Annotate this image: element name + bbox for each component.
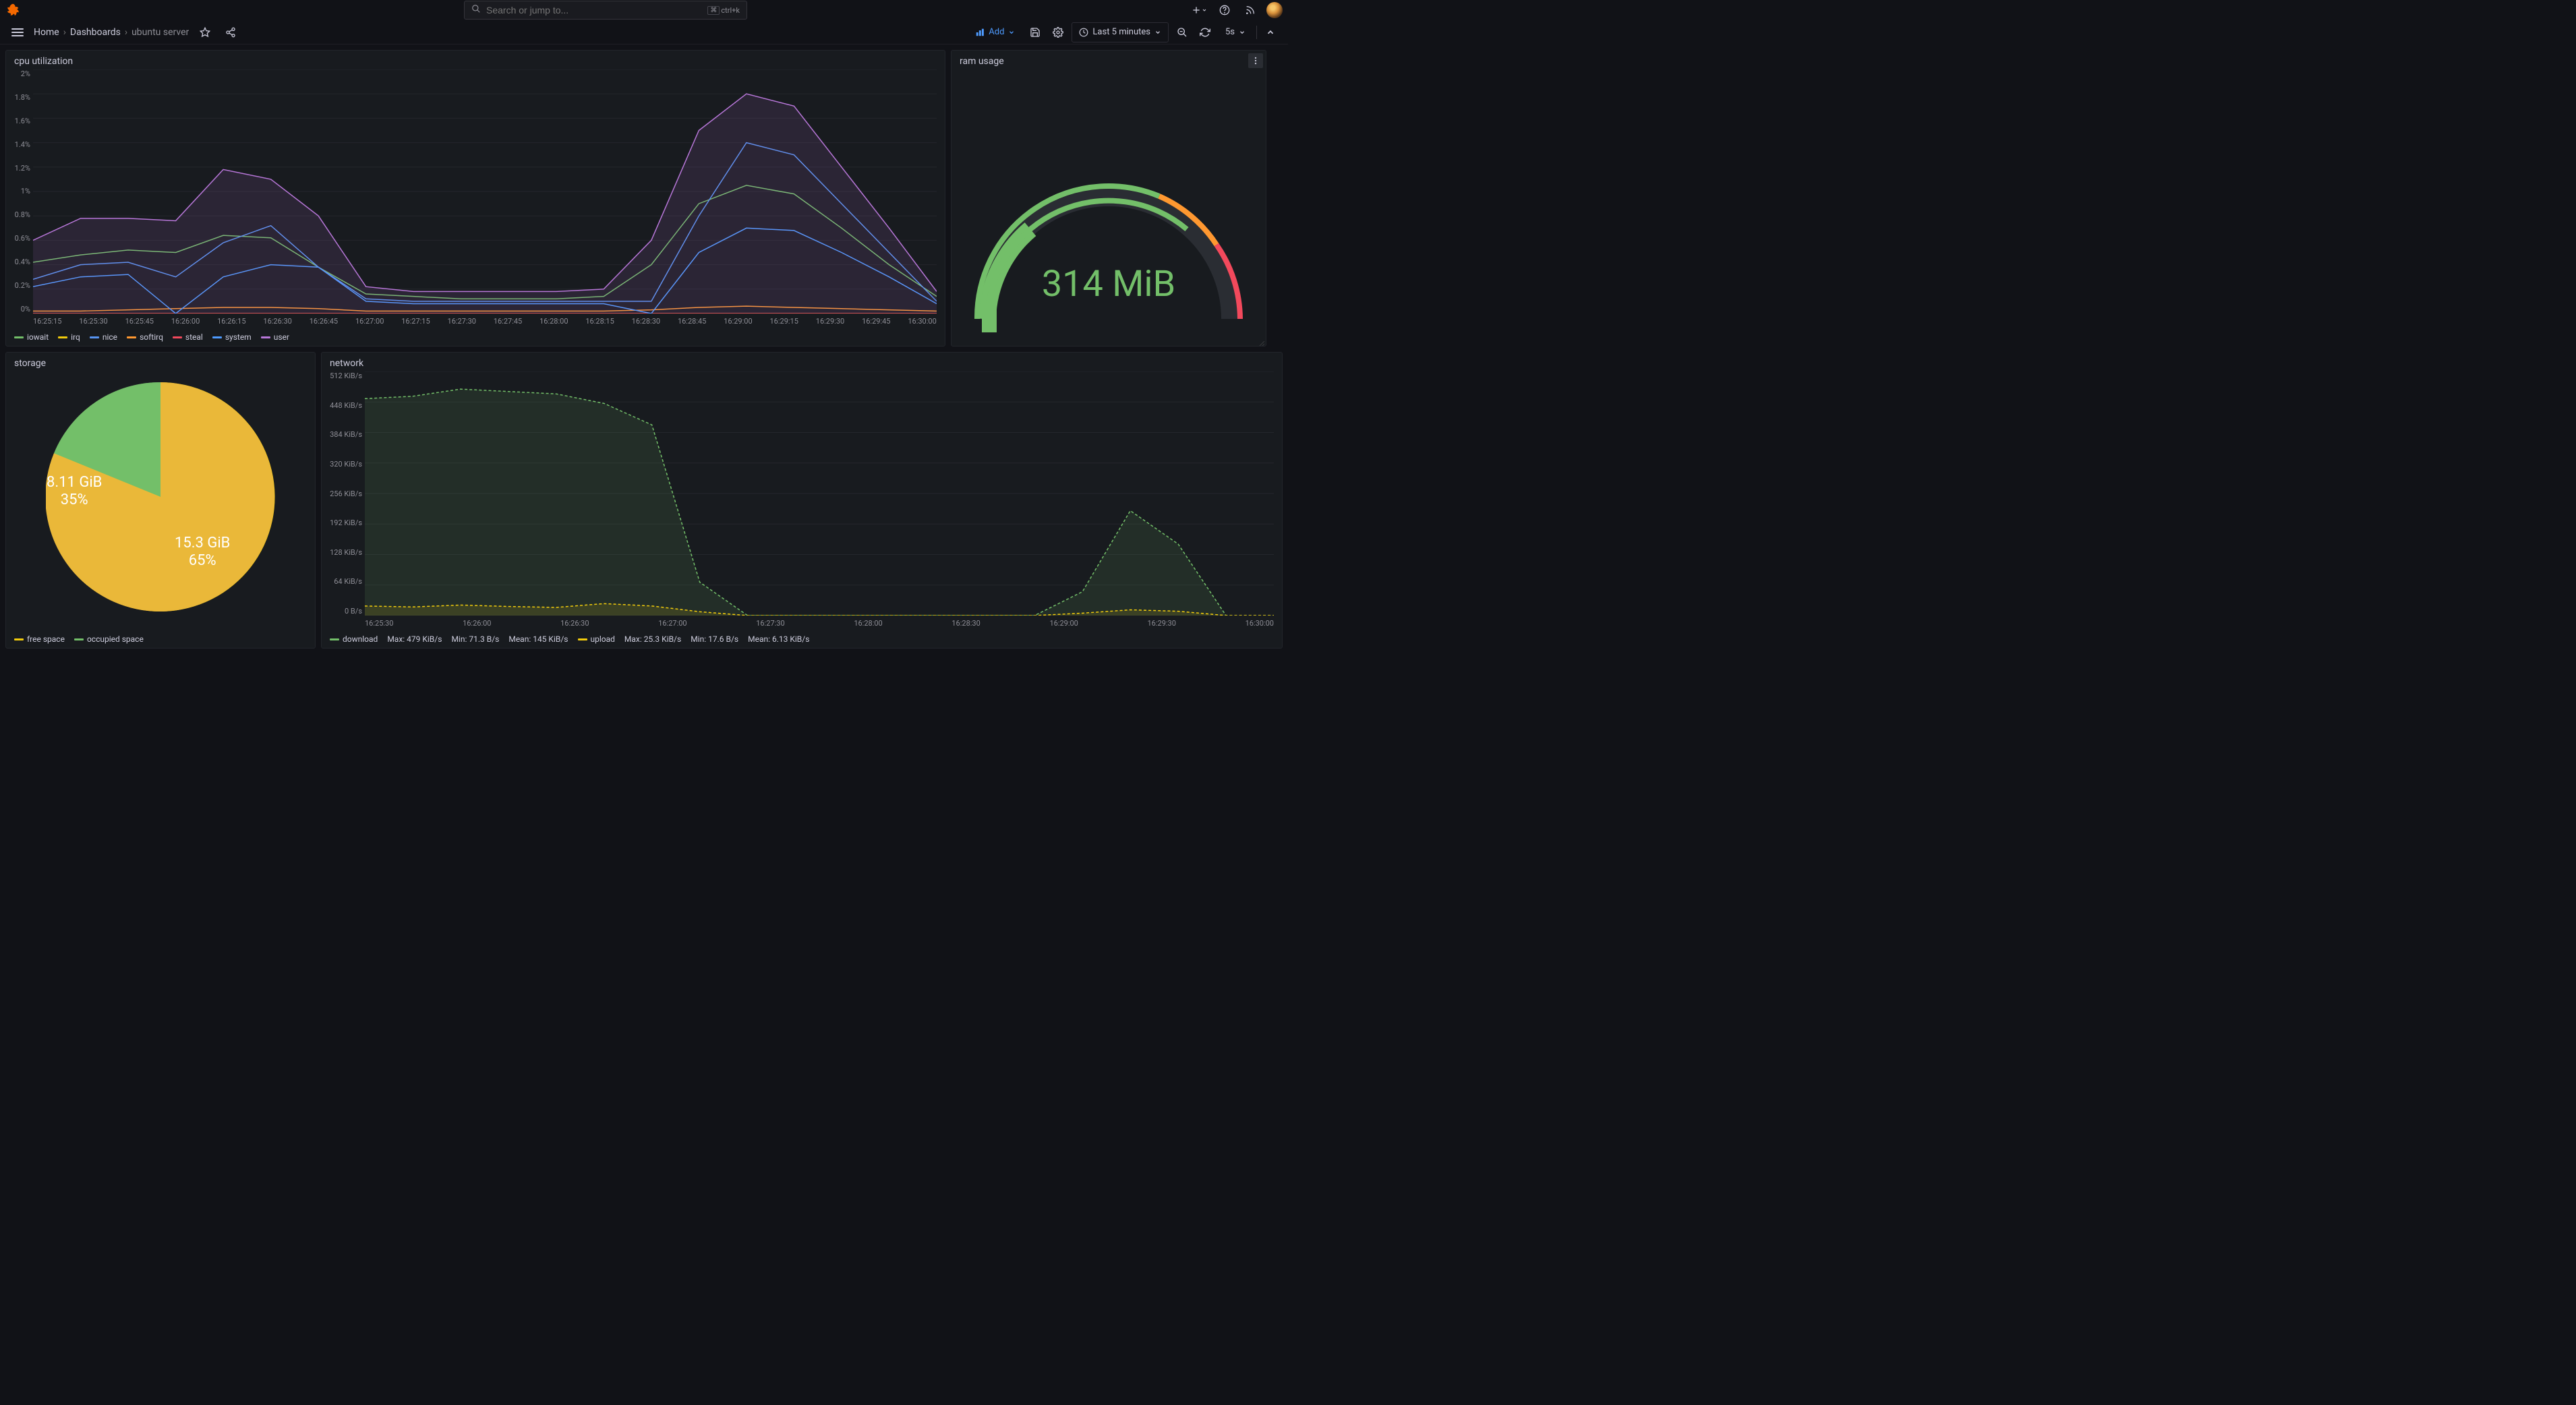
panel-cpu[interactable]: cpu utilization 2%1.8%1.6%1.4%1.2%1%0.8%…	[5, 50, 945, 347]
breadcrumb-dashboards[interactable]: Dashboards	[70, 27, 121, 38]
y-axis: 2%1.8%1.6%1.4%1.2%1%0.8%0.6%0.4%0.2%0%	[6, 69, 30, 313]
network-chart[interactable]	[365, 371, 1274, 616]
cpu-legend: iowaitirqnicesoftirqstealsystemuser	[14, 332, 937, 342]
add-panel-button[interactable]: Add	[968, 22, 1022, 42]
panel-title: network	[330, 358, 363, 369]
x-axis: 16:25:1516:25:3016:25:4516:26:0016:26:15…	[33, 317, 937, 326]
panel-title: storage	[14, 358, 46, 369]
panel-title: ram usage	[960, 56, 1004, 67]
time-range-picker[interactable]: Last 5 minutes	[1072, 22, 1169, 42]
add-icon[interactable]	[1190, 1, 1208, 20]
breadcrumb: Home › Dashboards › ubuntu server	[34, 27, 189, 38]
save-button[interactable]	[1026, 23, 1045, 42]
collapse-button[interactable]	[1261, 23, 1280, 42]
refresh-interval-picker[interactable]: 5s	[1219, 22, 1252, 42]
network-legend: download Max: 479 KiB/s Min: 71.3 B/s Me…	[330, 634, 1274, 644]
kbd-hint: ⌘ ctrl+k	[707, 6, 740, 15]
settings-button[interactable]	[1049, 23, 1067, 42]
help-icon[interactable]	[1215, 1, 1234, 20]
panel-title: cpu utilization	[14, 56, 73, 67]
global-search[interactable]: ⌘ ctrl+k	[464, 1, 747, 20]
y-axis: 512 KiB/s448 KiB/s384 KiB/s320 KiB/s256 …	[322, 371, 362, 616]
ram-value: 314 MiB	[952, 263, 1266, 305]
x-axis: 16:25:3016:26:0016:26:3016:27:0016:27:30…	[365, 619, 1274, 628]
hamburger-icon	[11, 28, 24, 36]
menu-toggle[interactable]	[8, 23, 27, 42]
panel-storage[interactable]: storage 8.11 GiB 35% 15.3 GiB 6	[5, 352, 316, 649]
breadcrumb-home[interactable]: Home	[34, 27, 59, 38]
rss-icon[interactable]	[1241, 1, 1260, 20]
pie-label-occupied: 15.3 GiB 65%	[175, 535, 230, 570]
chevron-right-icon: ›	[125, 27, 127, 38]
cpu-chart[interactable]	[33, 69, 937, 313]
panel-network[interactable]: network 512 KiB/s448 KiB/s384 KiB/s320 K…	[321, 352, 1283, 649]
user-avatar[interactable]	[1266, 2, 1283, 18]
navbar: Home › Dashboards › ubuntu server Add La…	[0, 20, 1288, 44]
panel-ram[interactable]: ram usage 314 MiB	[951, 50, 1266, 347]
share-button[interactable]	[221, 23, 240, 42]
storage-legend: free space occupied space	[14, 634, 307, 644]
search-icon	[471, 4, 481, 16]
breadcrumb-current: ubuntu server	[131, 27, 189, 38]
panel-menu-button[interactable]	[1248, 53, 1263, 68]
chevron-right-icon: ›	[63, 27, 66, 38]
refresh-button[interactable]	[1196, 23, 1214, 42]
resize-handle-icon[interactable]	[1259, 339, 1264, 345]
search-input[interactable]	[486, 5, 702, 16]
zoom-out-button[interactable]	[1173, 23, 1192, 42]
star-button[interactable]	[196, 23, 214, 42]
topbar: ⌘ ctrl+k	[0, 0, 1288, 20]
grafana-logo-icon[interactable]	[5, 2, 22, 18]
pie-label-free: 8.11 GiB 35%	[47, 474, 102, 510]
